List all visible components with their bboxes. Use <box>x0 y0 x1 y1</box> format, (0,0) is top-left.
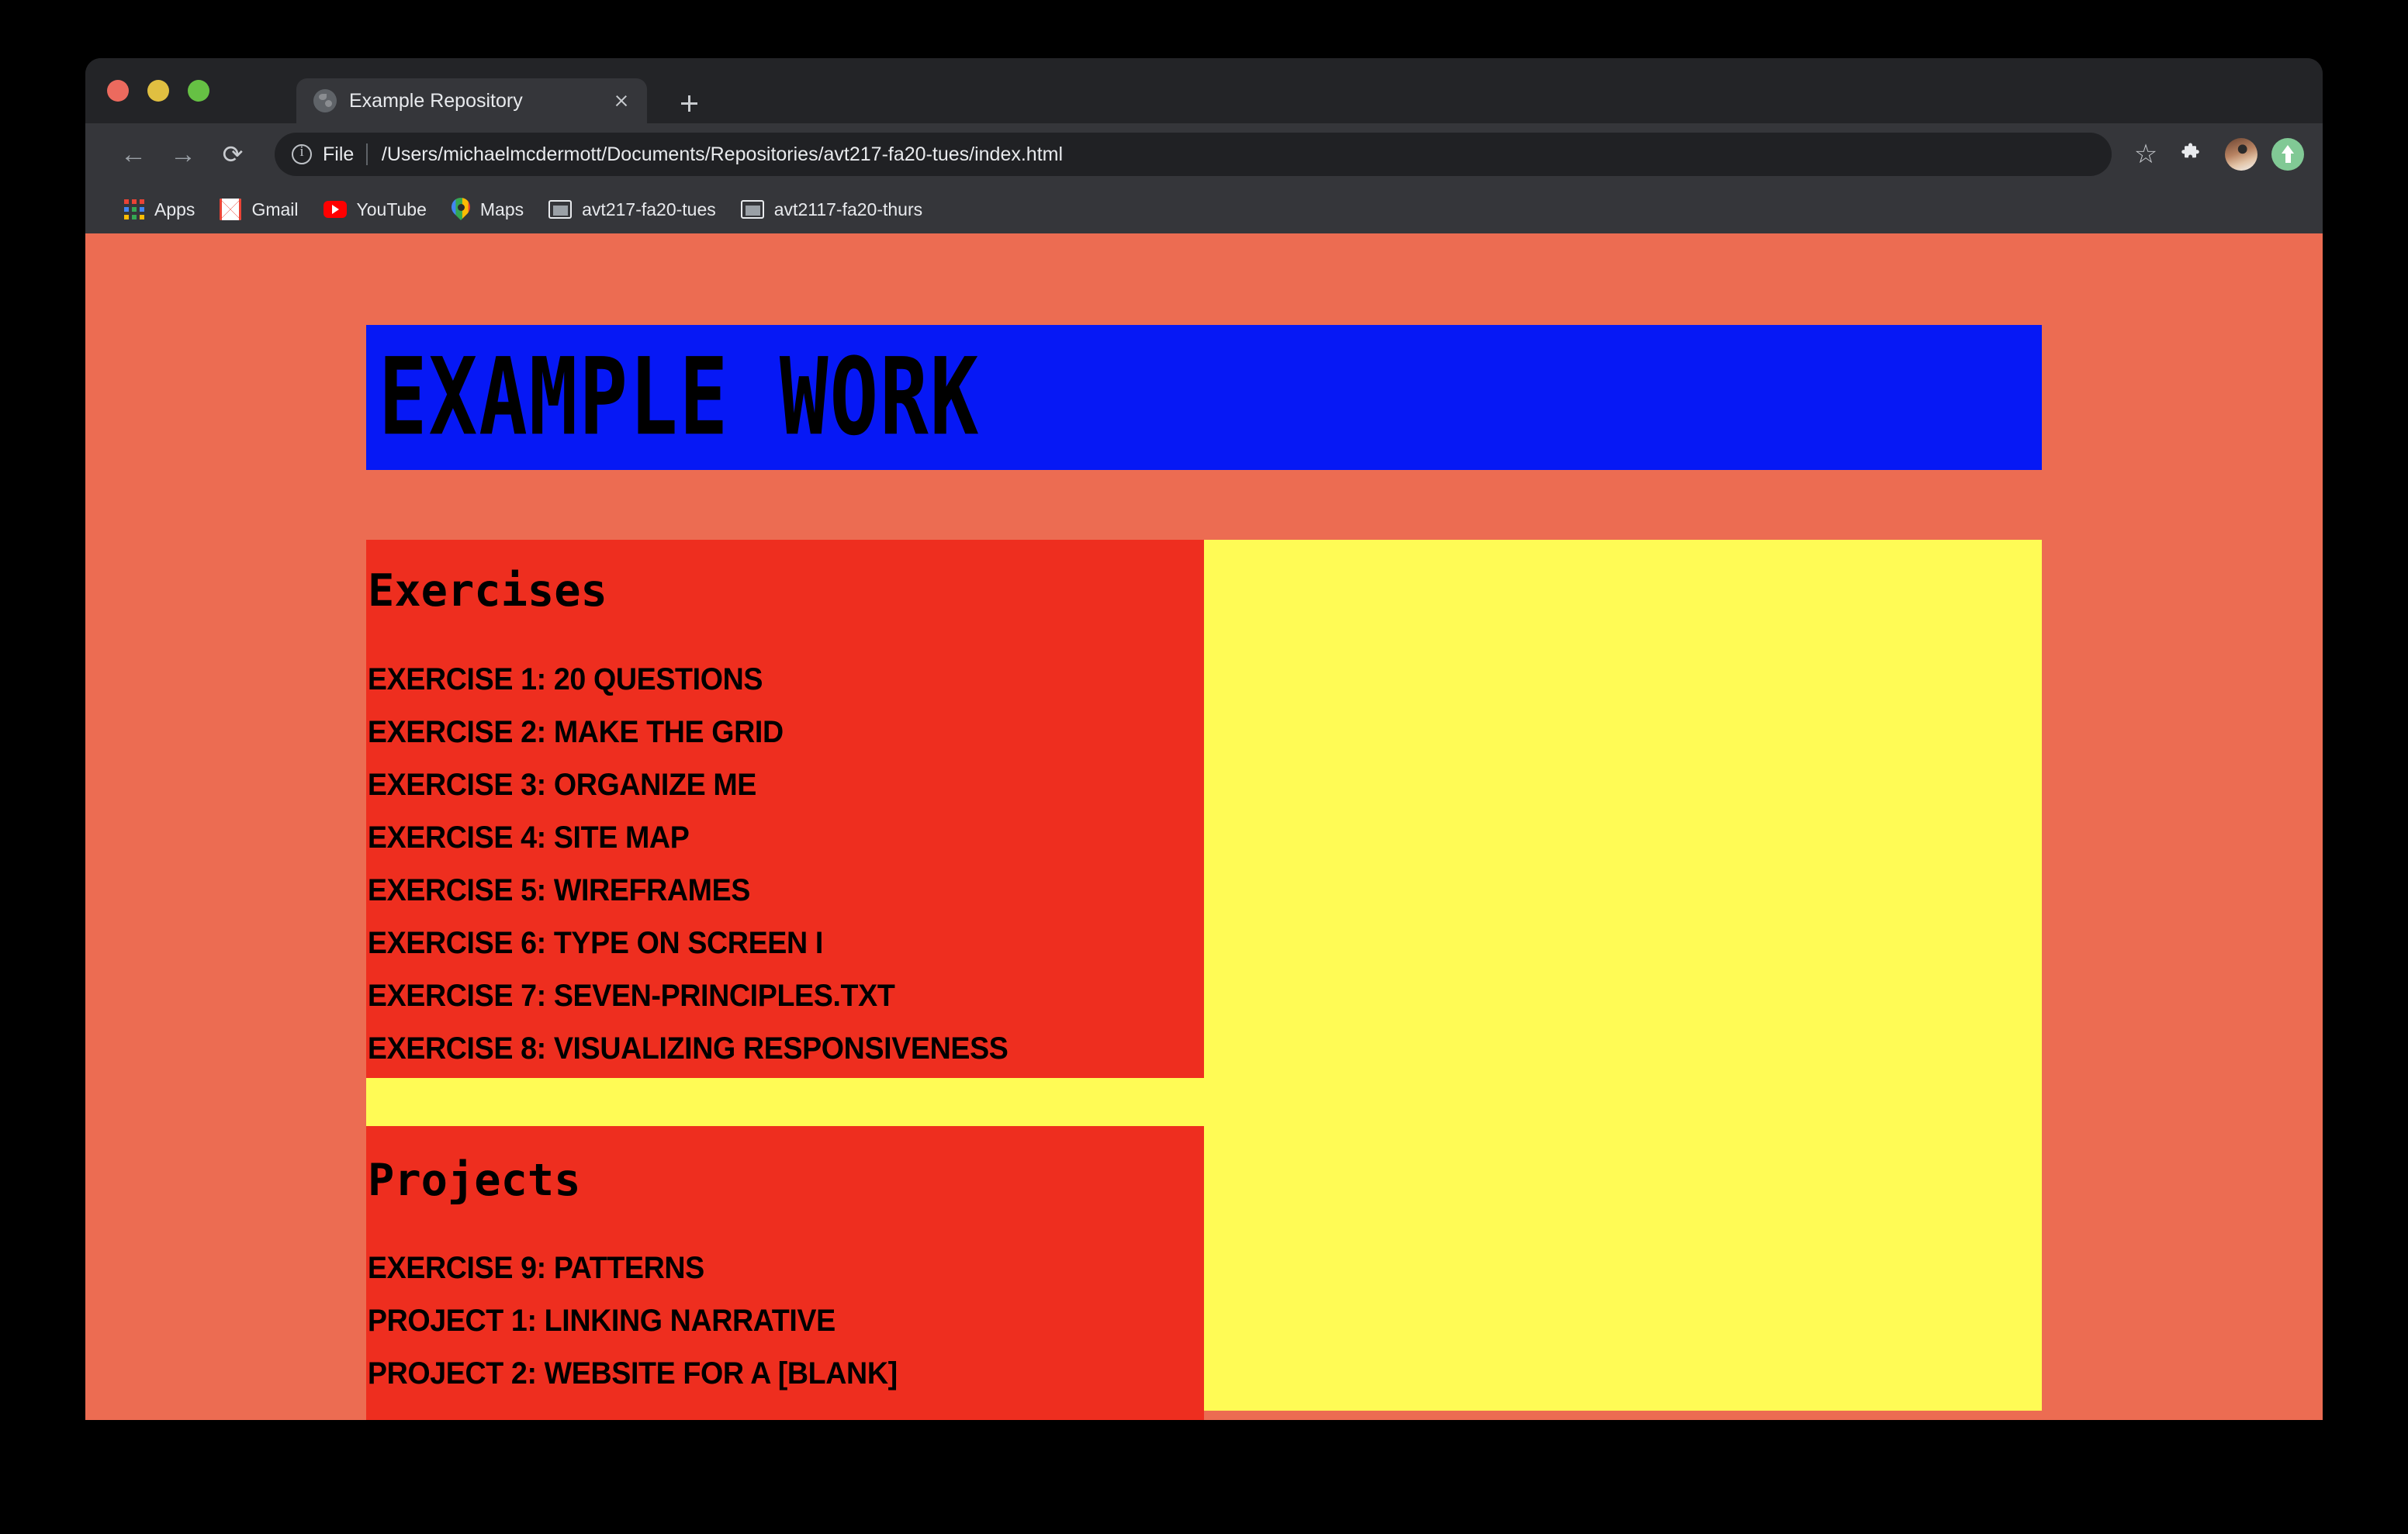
bookmark-label: Apps <box>154 199 195 219</box>
site-info-icon[interactable] <box>292 143 312 164</box>
section-divider <box>366 1077 1204 1126</box>
bookmark-label: Gmail <box>251 199 299 219</box>
globe-icon <box>313 89 337 112</box>
list-item[interactable]: PROJECT 1: LINKING NARRATIVE <box>366 1294 1154 1347</box>
bookmark-apps[interactable]: Apps <box>112 191 207 228</box>
bookmark-label: avt2117-fa20-thurs <box>773 199 923 219</box>
bookmark-label: avt217-fa20-tues <box>582 199 716 219</box>
bookmark-star-icon[interactable]: ☆ <box>2126 141 2166 168</box>
folder-icon <box>548 200 573 219</box>
list-item[interactable]: EXERCISE 9: PATTERNS <box>366 1242 1154 1294</box>
list-item[interactable]: EXERCISE 1: 20 QUESTIONS <box>366 653 1154 706</box>
bookmark-folder-avt2117-fa20-thurs[interactable]: avt2117-fa20-thurs <box>728 191 935 228</box>
bookmark-folder-avt217-fa20-tues[interactable]: avt217-fa20-tues <box>536 191 728 228</box>
bookmark-label: Maps <box>479 199 524 219</box>
section-heading-exercises: Exercises <box>368 565 607 617</box>
list-item[interactable]: EXERCISE 3: ORGANIZE ME <box>366 758 1154 811</box>
bookmark-maps[interactable]: Maps <box>439 191 536 228</box>
close-window-button[interactable] <box>107 80 129 102</box>
close-icon[interactable] <box>608 88 635 114</box>
bookmark-gmail[interactable]: Gmail <box>207 191 310 228</box>
content-panel <box>1204 540 2042 1411</box>
tab-strip: Example Repository <box>85 58 2323 123</box>
site-banner: EXAMPLE WORK <box>366 325 2042 470</box>
list-item[interactable]: EXERCISE 7: SEVEN-PRINCIPLES.TXT <box>366 969 1154 1022</box>
youtube-icon <box>323 201 347 218</box>
gmail-icon <box>220 199 242 220</box>
list-item[interactable]: EXERCISE 2: MAKE THE GRID <box>366 706 1154 758</box>
bookmarks-bar: Apps Gmail YouTube Maps avt217-fa20-tues… <box>85 185 2323 233</box>
nav-column: Exercises EXERCISE 1: 20 QUESTIONS EXERC… <box>366 540 1204 1420</box>
tab-title: Example Repository <box>349 89 523 112</box>
list-item[interactable]: PROJECT 2: WEBSITE FOR A [BLANK] <box>366 1347 1154 1400</box>
divider <box>366 143 368 165</box>
page-viewport: EXAMPLE WORK Exercises EXERCISE 1: 20 QU… <box>85 233 2323 1420</box>
url-scheme-label: File <box>323 143 355 165</box>
extensions-puzzle-icon[interactable] <box>2172 141 2213 168</box>
browser-tab[interactable]: Example Repository <box>296 78 647 123</box>
exercises-section: Exercises EXERCISE 1: 20 QUESTIONS EXERC… <box>366 540 1204 1078</box>
profile-avatar[interactable] <box>2225 138 2258 171</box>
browser-window: Example Repository ← → ⟳ File /Users/mic… <box>85 58 2323 1420</box>
url-input[interactable]: /Users/michaelmcdermott/Documents/Reposi… <box>382 143 2095 166</box>
projects-list: EXERCISE 9: PATTERNS PROJECT 1: LINKING … <box>366 1242 1204 1400</box>
address-bar[interactable]: File /Users/michaelmcdermott/Documents/R… <box>275 133 2112 176</box>
page-title: EXAMPLE WORK <box>379 333 981 459</box>
minimize-window-button[interactable] <box>147 80 169 102</box>
window-traffic-lights <box>107 80 209 102</box>
list-item[interactable]: EXERCISE 6: TYPE ON SCREEN I <box>366 917 1154 969</box>
bookmark-youtube[interactable]: YouTube <box>311 191 439 228</box>
back-button[interactable]: ← <box>112 133 155 176</box>
list-item[interactable]: EXERCISE 4: SITE MAP <box>366 811 1154 864</box>
exercises-list: EXERCISE 1: 20 QUESTIONS EXERCISE 2: MAK… <box>366 653 1204 1075</box>
section-heading-projects: Projects <box>368 1154 581 1206</box>
update-available-icon[interactable] <box>2271 138 2304 171</box>
list-item[interactable]: EXERCISE 5: WIREFRAMES <box>366 864 1154 917</box>
projects-section: Projects EXERCISE 9: PATTERNS PROJECT 1:… <box>366 1125 1204 1420</box>
bookmark-label: YouTube <box>356 199 427 219</box>
list-item[interactable]: EXERCISE 8: VISUALIZING RESPONSIVENESS <box>366 1022 1154 1075</box>
reload-button[interactable]: ⟳ <box>211 133 254 176</box>
forward-button[interactable]: → <box>161 133 205 176</box>
browser-toolbar: ← → ⟳ File /Users/michaelmcdermott/Docum… <box>85 123 2323 185</box>
maps-pin-icon <box>452 198 470 221</box>
folder-icon <box>740 200 764 219</box>
new-tab-button[interactable] <box>675 89 703 117</box>
apps-grid-icon <box>124 199 144 219</box>
maximize-window-button[interactable] <box>188 80 209 102</box>
